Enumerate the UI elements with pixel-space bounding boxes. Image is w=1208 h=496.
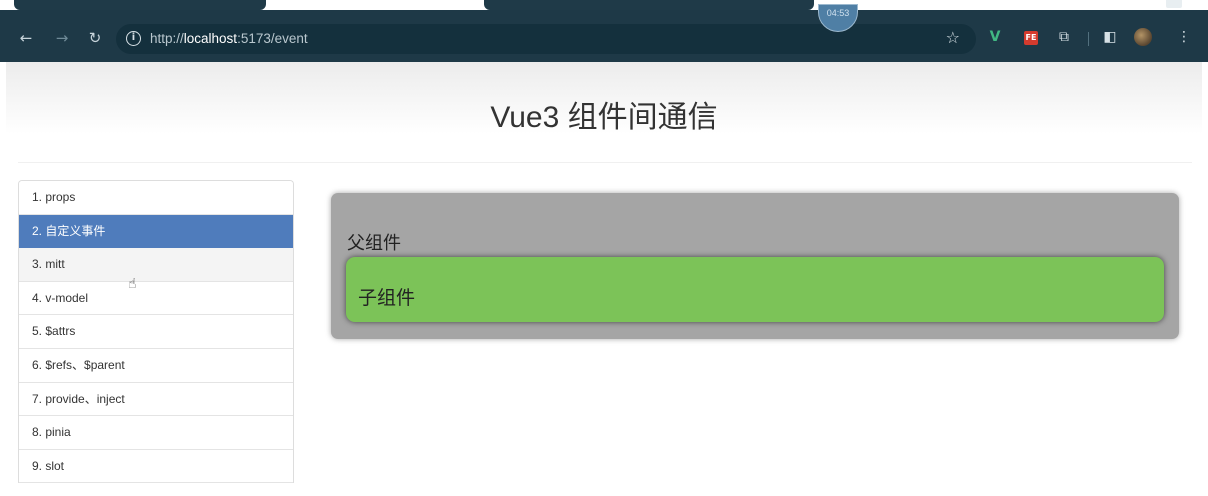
nav-item-v-model[interactable]: 4. v-model (19, 281, 293, 316)
page-title: Vue3 组件间通信 (490, 101, 718, 134)
nav-item-props[interactable]: 1. props (19, 181, 293, 215)
nav-item-custom-event[interactable]: 2. 自定义事件 (19, 214, 293, 249)
nav-item-refs-parent[interactable]: 6. $refs、$parent (19, 348, 293, 383)
sidebar-nav: 1. props 2. 自定义事件 3. mitt 4. v-model 5. … (18, 180, 294, 484)
child-component: 子组件 (346, 257, 1164, 322)
chat-icon[interactable] (1166, 0, 1182, 8)
browser-tab[interactable] (14, 0, 266, 10)
extensions-puzzle-icon[interactable]: ⧉ (1056, 29, 1072, 45)
child-title: 子组件 (358, 288, 416, 309)
header-divider (18, 162, 1192, 163)
nav-item-pinia[interactable]: 8. pinia (19, 416, 293, 450)
browser-menu-icon[interactable]: ⋮ (1176, 29, 1192, 45)
nav-item-slot[interactable]: 9. slot (19, 449, 293, 484)
reload-icon[interactable]: ↻ (85, 28, 105, 48)
page-header: Vue3 组件间通信 (6, 62, 1202, 134)
hand-cursor-icon: ☝ (128, 276, 137, 292)
profile-avatar[interactable] (1134, 28, 1152, 46)
side-panel-icon[interactable]: ◧ (1102, 29, 1118, 45)
browser-toolbar: ← → ↻ i http://localhost:5173/event ☆ V … (0, 10, 1208, 62)
father-component: 父组件 子组件 (331, 193, 1179, 339)
site-info-icon[interactable]: i (126, 31, 141, 46)
url-text[interactable]: http://localhost:5173/event (150, 31, 308, 46)
nav-item-mitt[interactable]: 3. mitt (19, 248, 293, 282)
fe-helper-icon[interactable]: FE (1024, 31, 1038, 45)
nav-item-attrs[interactable]: 5. $attrs (19, 315, 293, 349)
bookmark-star-icon[interactable]: ☆ (946, 28, 960, 47)
browser-tab[interactable] (484, 0, 814, 10)
vue-devtools-icon[interactable]: V (987, 29, 1003, 45)
forward-icon[interactable]: → (52, 28, 72, 48)
father-title: 父组件 (347, 233, 401, 253)
nav-item-provide-inject[interactable]: 7. provide、inject (19, 382, 293, 417)
back-icon[interactable]: ← (16, 28, 36, 48)
toolbar-separator (1088, 32, 1089, 46)
